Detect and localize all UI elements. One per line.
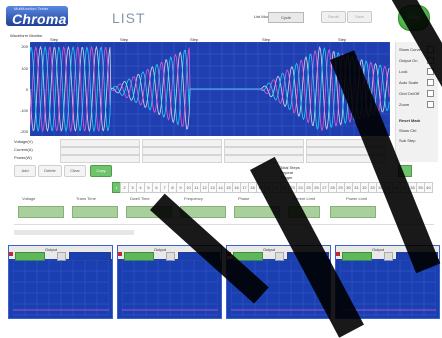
panel-plot <box>13 260 109 316</box>
panel-footer-label: Show Ctrl <box>399 128 417 133</box>
y-tick-label: 100 <box>21 66 28 71</box>
stat-label: Current(A) <box>14 147 33 152</box>
param-label: Voltage <box>22 196 36 201</box>
param-label: Power Limit <box>346 196 367 201</box>
summary-label: Trigger <box>280 175 293 180</box>
param-label: Dwell Time <box>130 196 150 201</box>
y-axis-labels: 200 100 0 -100 -200 <box>14 42 30 136</box>
y-tick-label: 0 <box>25 87 28 92</box>
waveform-section-label: Waveform Monitor <box>10 33 43 38</box>
option-label: Zoom <box>399 102 410 107</box>
stat-cell <box>142 155 222 163</box>
clear-steps-button[interactable]: Clear <box>64 165 86 177</box>
option-checkbox[interactable] <box>427 101 434 108</box>
option-checkbox[interactable] <box>427 79 434 86</box>
add-step-button[interactable]: Add <box>14 165 36 177</box>
option-label: Lock <box>399 69 408 74</box>
panel-plot <box>122 260 218 316</box>
stat-cell <box>60 147 140 155</box>
stat-cell <box>142 147 222 155</box>
option-label: Show Curve <box>399 47 421 52</box>
step-number-cell[interactable]: 40 <box>424 182 433 193</box>
stat-values <box>60 139 390 163</box>
param-field[interactable] <box>18 206 64 218</box>
output-panel[interactable]: Output <box>8 245 113 319</box>
waveform-plot <box>30 42 390 136</box>
logo-text: Chroma <box>12 11 67 27</box>
panel-footer-label: Reset Mark <box>399 118 421 123</box>
param-label: Trans Time <box>76 196 96 201</box>
option-label: Grid On/Off <box>399 91 420 96</box>
option-checkbox[interactable] <box>427 90 434 97</box>
delete-step-button[interactable]: Delete <box>38 165 62 177</box>
param-label: Frequency <box>184 196 203 201</box>
status-indicator <box>336 252 340 256</box>
stat-cell <box>60 155 140 163</box>
param-label: Phase <box>238 196 250 201</box>
param-field[interactable] <box>330 206 376 218</box>
progress-track <box>14 230 134 235</box>
y-tick-label: 200 <box>21 44 28 49</box>
recall-button[interactable]: Recall <box>321 11 346 23</box>
panel-title: Output <box>45 247 58 252</box>
page-title: LIST <box>112 10 146 26</box>
panel-title: Output <box>154 247 167 252</box>
stat-row: Current(A) <box>14 147 33 153</box>
copy-step-button[interactable]: Copy <box>90 165 112 177</box>
save-button[interactable]: Save <box>347 11 372 23</box>
panel-title: Output <box>263 247 276 252</box>
stat-cell <box>142 139 222 147</box>
logo: Multifunction Tester Chroma <box>6 6 68 27</box>
waveform-chart[interactable] <box>30 42 390 136</box>
param-field[interactable] <box>72 206 118 218</box>
mode-select[interactable]: Cycle <box>268 12 304 23</box>
panel-title: Output <box>372 247 385 252</box>
stat-row: Power(W) <box>14 155 32 161</box>
stat-row: Voltage(V) <box>14 139 33 145</box>
option-label: Auto Scale <box>399 80 419 85</box>
stat-cell <box>60 139 140 147</box>
stat-label: Voltage(V) <box>14 139 33 144</box>
stat-cell <box>224 139 304 147</box>
status-indicator <box>9 252 13 256</box>
param-labels-row: Voltage Trans Time Dwell Time Frequency … <box>14 196 434 202</box>
stat-label: Power(W) <box>14 155 32 160</box>
y-tick-label: -200 <box>19 129 28 134</box>
y-tick-label: -100 <box>19 108 28 113</box>
stat-cell <box>224 147 304 155</box>
summary-labels: Total Steps Repeat Trigger <box>280 165 360 183</box>
panel-footer-label: Sub Step <box>399 138 416 143</box>
option-label: Output On <box>399 58 418 63</box>
status-indicator <box>118 252 122 256</box>
